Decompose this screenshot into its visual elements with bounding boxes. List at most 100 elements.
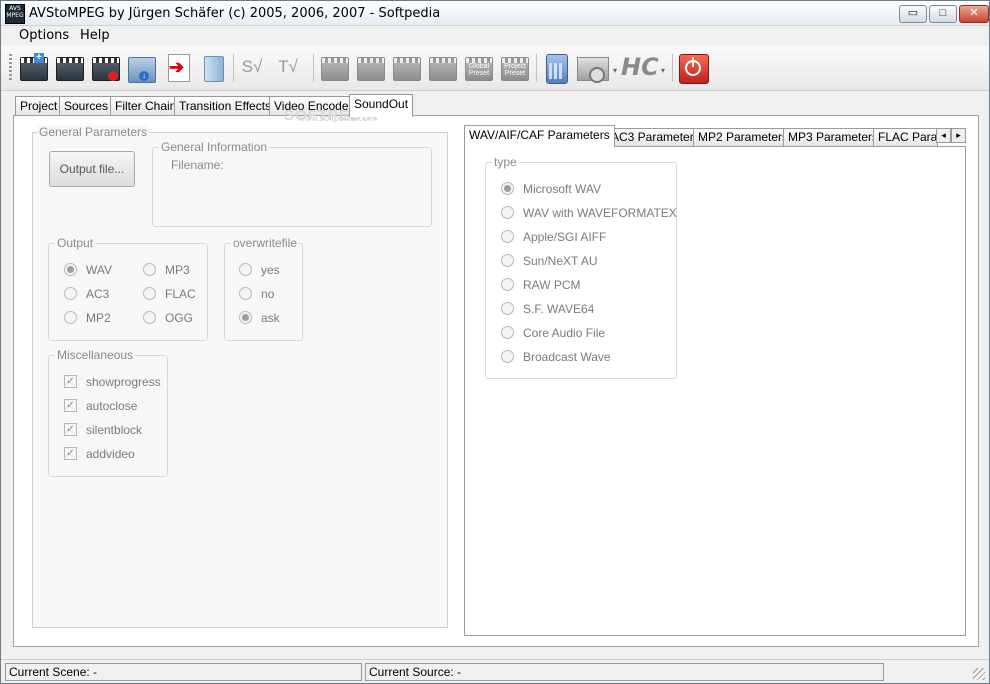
radio-unselected[interactable] — [64, 311, 77, 325]
checkbox-label: addvideo — [86, 447, 135, 461]
new-project-icon[interactable]: + — [18, 51, 48, 83]
type-radio-raw-pcm[interactable]: RAW PCM — [501, 277, 581, 293]
overwrite-radio-ask[interactable]: ask — [239, 310, 280, 326]
radio-selected[interactable] — [239, 311, 252, 325]
power-icon[interactable] — [678, 51, 709, 84]
tab-flac-parameters[interactable]: FLAC Param — [873, 128, 938, 146]
radio-unselected[interactable] — [501, 326, 514, 340]
checkbox-checked[interactable]: ✓ — [64, 399, 77, 413]
radio-label: no — [261, 287, 275, 301]
output-radio-mp2[interactable]: MP2 — [64, 310, 111, 326]
checkbox-label: silentblock — [86, 423, 143, 437]
checkbox-checked[interactable]: ✓ — [64, 423, 77, 437]
tab-filter-chain[interactable]: Filter Chain — [110, 96, 182, 116]
tab-scroll-left-icon[interactable]: ◂ — [936, 128, 951, 143]
radio-unselected[interactable] — [239, 287, 252, 301]
radio-label: FLAC — [165, 287, 196, 301]
project-preset-icon[interactable]: Project Preset — [499, 51, 529, 83]
output-radio-ogg[interactable]: OGG — [143, 310, 193, 326]
tab-scroll-right-icon[interactable]: ▸ — [951, 128, 966, 143]
radio-unselected[interactable] — [501, 350, 514, 364]
tab-transition-effects[interactable]: Transition Effects — [174, 96, 277, 116]
output-radio-mp3[interactable]: MP3 — [143, 262, 190, 278]
tab-project[interactable]: Project — [15, 96, 63, 116]
radio-unselected[interactable] — [239, 263, 252, 277]
radio-selected[interactable] — [501, 182, 514, 196]
radio-unselected[interactable] — [501, 302, 514, 316]
type-radio-sun-next-au[interactable]: Sun/NeXT AU — [501, 253, 597, 269]
output-legend: Output — [55, 236, 96, 250]
type-radio-sf-wave64[interactable]: S.F. WAVE64 — [501, 301, 594, 317]
toolbar-separator — [672, 54, 673, 82]
hc-icon[interactable]: HC — [621, 51, 659, 83]
remove-project-icon[interactable] — [90, 51, 120, 83]
output-file-button[interactable]: Output file... — [49, 151, 135, 187]
type-radio-apple-sgi-aiff[interactable]: Apple/SGI AIFF — [501, 229, 606, 245]
radio-unselected[interactable] — [64, 287, 77, 301]
type-radio-wav-waveformatex[interactable]: WAV with WAVEFORMATEX — [501, 205, 677, 221]
s-check-icon[interactable]: S√ — [237, 51, 267, 83]
output-radio-ac3[interactable]: AC3 — [64, 286, 109, 302]
radio-label: Sun/NeXT AU — [523, 254, 598, 268]
title-bar[interactable]: AVS MPEG AVStoMPEG by Jürgen Schäfer (c)… — [1, 1, 989, 26]
clip-add-icon[interactable] — [319, 51, 349, 83]
resize-grip-icon[interactable] — [973, 668, 985, 680]
status-current-scene: Current Scene: - — [5, 663, 362, 681]
check-addvideo[interactable]: ✓ addvideo — [64, 446, 135, 462]
tab-ac3-parameters[interactable]: AC3 Parameters — [606, 128, 705, 146]
radio-unselected[interactable] — [501, 278, 514, 292]
radio-selected[interactable] — [64, 263, 77, 277]
chevron-down-icon[interactable]: ▾ — [613, 66, 617, 75]
chevron-down-icon[interactable]: ▾ — [661, 66, 665, 75]
output-radio-flac[interactable]: FLAC — [143, 286, 196, 302]
toolbar-separator — [313, 54, 314, 82]
radio-unselected[interactable] — [143, 311, 156, 325]
export-icon[interactable]: ➔ — [163, 51, 193, 83]
tab-sources[interactable]: Sources — [59, 96, 114, 116]
calculator-icon[interactable] — [541, 51, 571, 84]
status-bar: Current Scene: - Current Source: - — [1, 659, 989, 683]
device-icon[interactable] — [575, 51, 611, 83]
tab-wav-aif-caf-parameters[interactable]: WAV/AIF/CAF Parameters — [464, 125, 615, 147]
menu-help[interactable]: Help — [80, 28, 110, 43]
overwritefile-legend: overwritefile — [231, 236, 300, 250]
overwrite-radio-no[interactable]: no — [239, 286, 274, 302]
overwrite-radio-yes[interactable]: yes — [239, 262, 280, 278]
recycle-bin-icon[interactable] — [198, 51, 228, 83]
save-project-icon[interactable]: ↓ — [126, 51, 156, 83]
type-radio-microsoft-wav[interactable]: Microsoft WAV — [501, 181, 601, 197]
menu-options[interactable]: Options — [19, 28, 69, 43]
menu-bar: Options Help — [1, 26, 989, 46]
check-silentblock[interactable]: ✓ silentblock — [64, 422, 142, 438]
checkbox-checked[interactable]: ✓ — [64, 375, 77, 389]
minimize-button[interactable]: ▭ — [899, 5, 927, 23]
radio-unselected[interactable] — [501, 230, 514, 244]
radio-unselected[interactable] — [143, 263, 156, 277]
clip-edit-icon[interactable] — [391, 51, 421, 83]
radio-unselected[interactable] — [501, 254, 514, 268]
type-radio-core-audio-file[interactable]: Core Audio File — [501, 325, 605, 341]
global-preset-icon[interactable]: Global Preset — [463, 51, 493, 83]
clip-remove-icon[interactable] — [427, 51, 457, 83]
checkbox-label: autoclose — [86, 399, 138, 413]
check-autoclose[interactable]: ✓ autoclose — [64, 398, 137, 414]
maximize-button[interactable]: □ — [929, 5, 957, 23]
format-tab-content: type Microsoft WAV WAV with WAVEFORMATEX… — [464, 146, 966, 636]
tab-soundout[interactable]: SoundOut — [349, 94, 414, 117]
radio-unselected[interactable] — [501, 206, 514, 220]
tab-mp3-parameters[interactable]: MP3 Parameters — [783, 128, 884, 146]
clip-icon[interactable] — [355, 51, 385, 83]
close-button[interactable]: ✕ — [959, 5, 989, 23]
type-radio-broadcast-wave[interactable]: Broadcast Wave — [501, 349, 611, 365]
radio-label: Apple/SGI AIFF — [523, 230, 607, 244]
miscellaneous-legend: Miscellaneous — [55, 348, 136, 362]
t-check-icon[interactable]: T√ — [273, 51, 303, 83]
open-project-icon[interactable] — [54, 51, 84, 83]
tab-mp2-parameters[interactable]: MP2 Parameters — [693, 128, 794, 146]
toolbar-grip[interactable] — [9, 54, 12, 82]
check-showprogress[interactable]: ✓ showprogress — [64, 374, 161, 390]
output-group: Output WAV MP3 AC3 FLAC MP2 OGG — [48, 236, 208, 341]
output-radio-wav[interactable]: WAV — [64, 262, 112, 278]
checkbox-checked[interactable]: ✓ — [64, 447, 77, 461]
radio-unselected[interactable] — [143, 287, 156, 301]
